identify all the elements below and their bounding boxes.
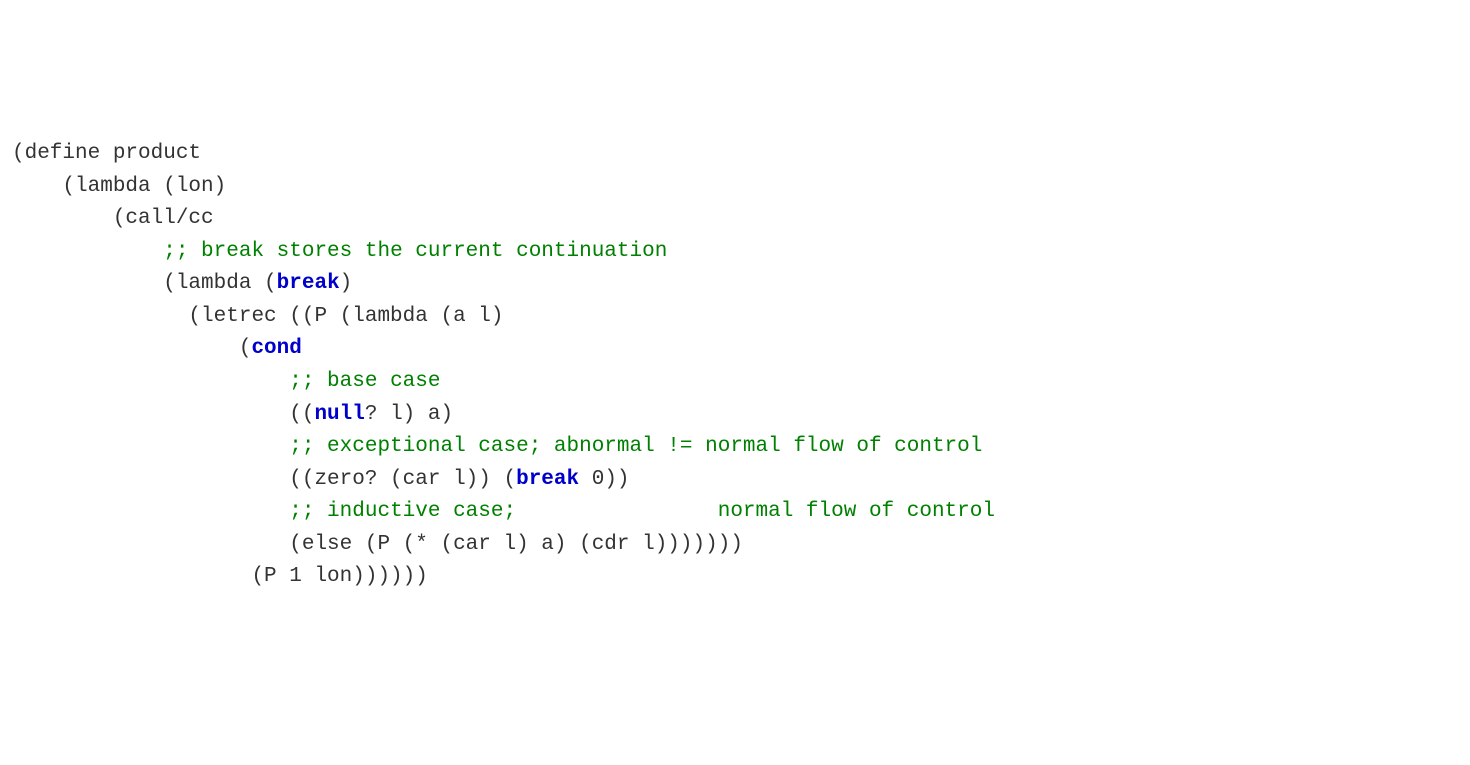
code-line-6: (letrec ((P (lambda (a l) bbox=[12, 305, 503, 328]
keyword-cond: cond bbox=[251, 337, 301, 360]
code-block: (define product (lambda (lon) (call/cc ;… bbox=[12, 138, 1458, 594]
code-line-5-a: (lambda ( bbox=[12, 272, 277, 295]
comment-break-continuation: ;; break stores the current continuation bbox=[163, 240, 667, 263]
code-line-3: (call/cc bbox=[12, 207, 214, 230]
code-line-1: (define product bbox=[12, 142, 201, 165]
keyword-break-param: break bbox=[277, 272, 340, 295]
comment-exceptional-case: ;; exceptional case; abnormal != normal … bbox=[289, 435, 982, 458]
keyword-null: null bbox=[314, 403, 364, 426]
comment-base-case: ;; base case bbox=[289, 370, 440, 393]
code-line-4-indent bbox=[12, 240, 163, 263]
code-line-9-a: (( bbox=[12, 403, 314, 426]
code-line-10-indent bbox=[12, 435, 289, 458]
code-line-11-a: ((zero? (car l)) ( bbox=[12, 468, 516, 491]
code-line-14: (P 1 lon)))))) bbox=[12, 565, 428, 588]
code-line-8-indent bbox=[12, 370, 289, 393]
code-line-11-c: 0)) bbox=[579, 468, 629, 491]
code-line-2: (lambda (lon) bbox=[12, 175, 226, 198]
keyword-break-call: break bbox=[516, 468, 579, 491]
code-line-13: (else (P (* (car l) a) (cdr l))))))) bbox=[12, 533, 743, 556]
code-line-5-c: ) bbox=[340, 272, 353, 295]
code-line-7-a: ( bbox=[12, 337, 251, 360]
code-line-9-c: ? l) a) bbox=[365, 403, 453, 426]
